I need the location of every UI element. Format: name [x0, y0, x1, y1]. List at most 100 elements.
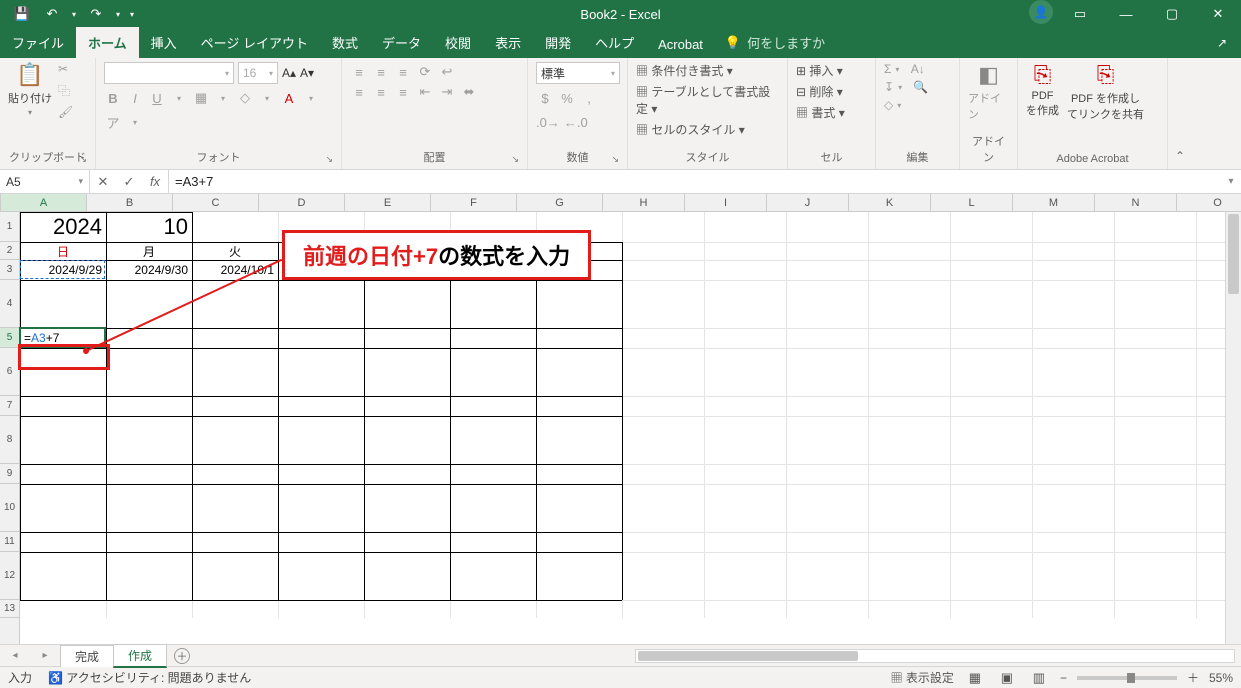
display-settings[interactable]: ▦ 表示設定 [891, 669, 954, 686]
cells-area[interactable]: 202410日月火2024/9/292024/9/302024/10/1=A3+… [20, 212, 1241, 644]
tab-review[interactable]: 校閲 [433, 27, 483, 58]
delete-cells[interactable]: ⊟ 削除 ▾ [796, 83, 867, 100]
cell[interactable]: 10 [108, 212, 190, 242]
zoom-out-icon[interactable]: − [1060, 671, 1067, 685]
tab-view[interactable]: 表示 [483, 27, 533, 58]
fill-color-dropdown[interactable]: ▾ [258, 88, 276, 108]
format-as-table[interactable]: ▦ テーブルとして書式設定 ▾ [636, 83, 779, 117]
currency-icon[interactable]: $ [536, 88, 554, 108]
row-header[interactable]: 8 [0, 416, 19, 464]
align-top-icon[interactable]: ≡ [350, 62, 368, 82]
column-header[interactable]: J [767, 194, 849, 211]
row-header[interactable]: 4 [0, 280, 19, 328]
cell[interactable]: 月 [108, 242, 190, 260]
cell[interactable]: 日 [22, 242, 104, 260]
zoom-in-icon[interactable]: ＋ [1187, 669, 1199, 686]
scrollbar-thumb[interactable] [638, 651, 858, 661]
column-header[interactable]: H [603, 194, 685, 211]
row-header[interactable]: 13 [0, 600, 19, 618]
column-header[interactable]: D [259, 194, 345, 211]
autosum-dropdown[interactable]: ▾ [895, 65, 899, 74]
tab-insert[interactable]: 挿入 [139, 27, 189, 58]
column-header[interactable]: K [849, 194, 931, 211]
insert-function-button[interactable]: fx [142, 170, 168, 194]
page-break-view-icon[interactable]: ▥ [1028, 670, 1050, 686]
find-icon[interactable]: 🔍 [913, 80, 928, 94]
dialog-launcher-icon[interactable]: ↘ [611, 154, 619, 165]
fill-color-icon[interactable]: ◇ [236, 88, 254, 108]
indent-decrease-icon[interactable]: ⇤ [416, 82, 434, 102]
redo-dropdown[interactable]: ▾ [112, 2, 124, 26]
tab-developer[interactable]: 開発 [533, 27, 583, 58]
qat-customize[interactable]: ▾ [126, 2, 138, 26]
close-button[interactable]: ✕ [1195, 0, 1241, 28]
expand-formula-bar-icon[interactable]: ▾ [1221, 176, 1241, 187]
row-header[interactable]: 10 [0, 484, 19, 532]
sheet-nav-prev-icon[interactable]: ◂ [12, 650, 17, 661]
new-sheet-button[interactable]: ＋ [174, 648, 190, 664]
normal-view-icon[interactable]: ▦ [964, 670, 986, 686]
decrease-font-icon[interactable]: A▾ [300, 66, 314, 80]
zoom-level[interactable]: 55% [1209, 671, 1233, 685]
page-layout-view-icon[interactable]: ▣ [996, 670, 1018, 686]
column-header[interactable]: N [1095, 194, 1177, 211]
enter-formula-button[interactable]: ✓ [116, 170, 142, 194]
format-painter-icon[interactable]: 🖌 [58, 105, 73, 119]
align-center-icon[interactable]: ≡ [372, 82, 390, 102]
cut-icon[interactable]: ✂ [58, 62, 73, 76]
fill-dropdown[interactable]: ▾ [898, 83, 902, 92]
cell-styles[interactable]: ▦ セルのスタイル ▾ [636, 121, 779, 138]
pdf-create-button[interactable]: ⎘ PDF を作成 [1026, 62, 1059, 122]
redo-button[interactable]: ↷ [82, 2, 110, 26]
column-header[interactable]: I [685, 194, 767, 211]
row-header[interactable]: 9 [0, 464, 19, 484]
border-dropdown[interactable]: ▾ [214, 88, 232, 108]
tell-me[interactable]: 💡 何をしますか [715, 27, 835, 58]
number-format-combo[interactable]: 標準▾ [536, 62, 620, 84]
zoom-slider[interactable] [1077, 676, 1177, 680]
scrollbar-thumb[interactable] [1228, 214, 1239, 294]
autosum-icon[interactable]: Σ [884, 62, 891, 76]
wrap-text-icon[interactable]: ↩ [438, 62, 456, 82]
bold-button[interactable]: B [104, 88, 122, 108]
row-header[interactable]: 3 [0, 260, 19, 280]
insert-cells[interactable]: ⊞ 挿入 ▾ [796, 62, 867, 79]
row-header[interactable]: 7 [0, 396, 19, 416]
vertical-scrollbar[interactable] [1225, 212, 1241, 644]
align-bottom-icon[interactable]: ≡ [394, 62, 412, 82]
pdf-share-button[interactable]: ⎘ PDF を作成し てリンクを共有 [1067, 62, 1144, 122]
column-header[interactable]: B [87, 194, 173, 211]
tab-file[interactable]: ファイル [0, 27, 76, 58]
cell[interactable]: 火 [194, 242, 276, 260]
column-header[interactable]: F [431, 194, 517, 211]
tab-help[interactable]: ヘルプ [583, 27, 646, 58]
maximize-button[interactable]: ▢ [1149, 0, 1195, 28]
align-middle-icon[interactable]: ≡ [372, 62, 390, 82]
row-header[interactable]: 2 [0, 242, 19, 260]
font-color-icon[interactable]: A [280, 88, 298, 108]
sort-icon[interactable]: A↓ [911, 62, 925, 76]
column-header[interactable]: A [1, 194, 87, 211]
align-right-icon[interactable]: ≡ [394, 82, 412, 102]
row-header[interactable]: 6 [0, 348, 19, 396]
comma-icon[interactable]: , [580, 88, 598, 108]
share-button[interactable]: ↗ [1211, 32, 1233, 54]
clear-dropdown[interactable]: ▾ [897, 101, 901, 110]
font-size-combo[interactable]: 16▾ [238, 62, 278, 84]
row-header[interactable]: 12 [0, 552, 19, 600]
minimize-button[interactable]: — [1103, 0, 1149, 28]
conditional-formatting[interactable]: ▦ 条件付き書式 ▾ [636, 62, 779, 79]
tab-home[interactable]: ホーム [76, 27, 139, 58]
tab-formulas[interactable]: 数式 [320, 27, 370, 58]
copy-icon[interactable]: ⿻ [58, 82, 73, 99]
cell[interactable]: 2024/9/29 [22, 260, 104, 280]
addin-button[interactable]: ◧ アドイン [968, 62, 1009, 122]
cell[interactable]: 2024/9/30 [108, 260, 190, 280]
tab-pagelayout[interactable]: ページ レイアウト [189, 27, 320, 58]
dialog-launcher-icon[interactable]: ↘ [79, 154, 87, 165]
row-header[interactable]: 11 [0, 532, 19, 552]
column-header[interactable]: O [1177, 194, 1241, 211]
save-button[interactable]: 💾 [8, 2, 36, 26]
horizontal-scrollbar[interactable] [635, 649, 1235, 663]
cell[interactable]: =A3+7 [22, 328, 104, 348]
